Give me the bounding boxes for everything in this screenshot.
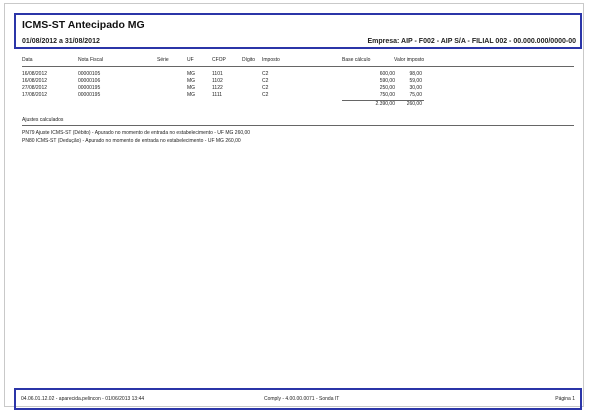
cell-uf: MG xyxy=(187,92,196,98)
cell-imposto: C2 xyxy=(262,78,269,84)
report-period: 01/08/2012 a 31/08/2012 xyxy=(22,38,100,45)
header-base-calculo: Base cálculo xyxy=(342,57,371,63)
table-row: 27/08/2012 00000195 MG 1122 C2 250,00 30… xyxy=(22,85,574,92)
cell-imposto: C2 xyxy=(262,71,269,77)
cell-nota-fiscal: 00000195 xyxy=(78,92,101,98)
adjustments-list: PN79 Ajuste ICMS-ST (Débito) - Apurado n… xyxy=(22,130,250,146)
cell-base-calculo: 250,00 xyxy=(379,85,395,91)
report-header: ICMS-ST Antecipado MG 01/08/2012 a 31/08… xyxy=(14,13,582,49)
cell-uf: MG xyxy=(187,78,196,84)
cell-cfop: 1122 xyxy=(212,85,223,91)
adjustments-divider xyxy=(22,125,574,126)
cell-cfop: 1101 xyxy=(212,71,223,77)
report-title: ICMS-ST Antecipado MG xyxy=(22,19,145,31)
cell-data: 16/08/2012 xyxy=(22,71,48,77)
cell-data: 17/08/2012 xyxy=(22,92,48,98)
cell-imposto: C2 xyxy=(262,85,269,91)
adjustment-item: PN79 Ajuste ICMS-ST (Débito) - Apurado n… xyxy=(22,130,251,136)
adjustment-item: PN80 ICMS-ST (Dedução) - Apurado no mome… xyxy=(22,138,241,144)
report-page: ICMS-ST Antecipado MG 01/08/2012 a 31/08… xyxy=(4,3,584,410)
footer-page-number: Página 1 xyxy=(555,396,575,402)
table-row: 17/08/2012 00000195 MG 1111 C2 750,00 75… xyxy=(22,92,574,99)
cell-valor-imposto: 75,00 xyxy=(409,92,422,98)
cell-base-calculo: 600,00 xyxy=(379,71,395,77)
cell-cfop: 1102 xyxy=(212,78,223,84)
header-nota-fiscal: Nota Fiscal xyxy=(78,57,104,63)
header-digito: Dígito xyxy=(242,57,256,63)
total-base-calculo: 2.390,00 xyxy=(375,101,395,107)
header-serie: Série xyxy=(157,57,169,63)
cell-cfop: 1111 xyxy=(212,92,223,98)
footer-user-info: 04.06.01.12.02 - aparecida.pelincon - 01… xyxy=(21,396,145,402)
cell-valor-imposto: 59,00 xyxy=(409,78,422,84)
total-valor-imposto: 260,00 xyxy=(406,101,422,107)
cell-uf: MG xyxy=(187,85,196,91)
cell-imposto: C2 xyxy=(262,92,269,98)
table-row: 16/08/2012 00000105 MG 1101 C2 600,00 98… xyxy=(22,71,574,78)
table-row: 16/08/2012 00000106 MG 1102 C2 590,00 59… xyxy=(22,78,574,85)
header-uf: UF xyxy=(187,57,194,63)
cell-nota-fiscal: 00000195 xyxy=(78,85,101,91)
cell-base-calculo: 750,00 xyxy=(379,92,395,98)
cell-valor-imposto: 30,00 xyxy=(409,85,422,91)
header-valor-imposto: Valor imposto xyxy=(394,57,425,63)
cell-nota-fiscal: 00000105 xyxy=(78,71,101,77)
cell-uf: MG xyxy=(187,71,196,77)
header-imposto: Imposto xyxy=(262,57,280,63)
header-data: Data xyxy=(22,57,33,63)
adjustments-title: Ajustes calculados xyxy=(22,117,64,123)
cell-data: 27/08/2012 xyxy=(22,85,48,91)
cell-data: 16/08/2012 xyxy=(22,78,48,84)
cell-valor-imposto: 98,00 xyxy=(409,71,422,77)
cell-nota-fiscal: 00000106 xyxy=(78,78,101,84)
report-footer: 04.06.01.12.02 - aparecida.pelincon - 01… xyxy=(14,388,582,410)
report-company: Empresa: AIP - F002 - AIP S/A - FILIAL 0… xyxy=(367,38,576,45)
table-header: Data Nota Fiscal Série UF CFOP Dígito Im… xyxy=(22,56,574,67)
cell-base-calculo: 590,00 xyxy=(379,78,395,84)
totals-row: 2.390,00 260,00 xyxy=(22,101,574,108)
footer-system-info: Comply - 4.00.00.0071 - Sonda IT xyxy=(264,396,340,402)
table-body: 16/08/2012 00000105 MG 1101 C2 600,00 98… xyxy=(22,71,574,99)
header-cfop: CFOP xyxy=(212,57,226,63)
